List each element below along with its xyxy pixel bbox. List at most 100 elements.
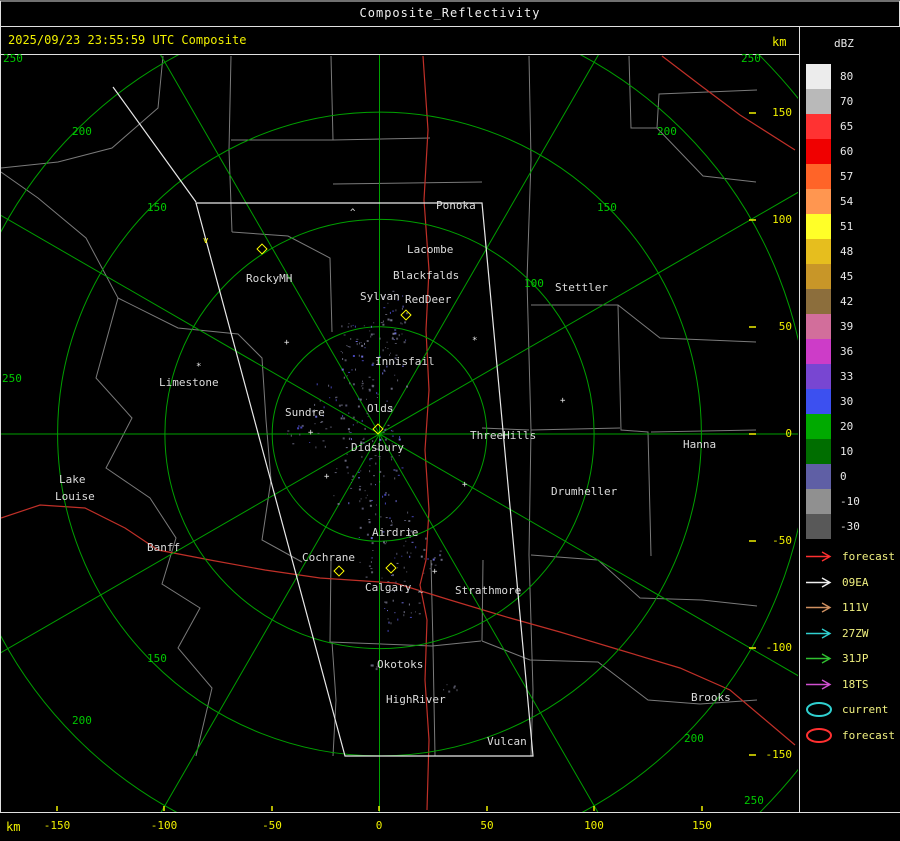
echo-pixel [359, 561, 361, 563]
storm-legend: forecast 09EA 111V 27ZW 31JP 18TS current forec… [804, 544, 895, 748]
city-label: HighRiver [386, 693, 446, 706]
echo-pixel [346, 375, 348, 377]
colorbar-block [806, 414, 831, 439]
echo-pixel [393, 469, 396, 471]
echo-pixel [395, 309, 397, 312]
echo-pixel [434, 564, 437, 566]
colorbar-value: 51 [840, 220, 854, 233]
echo-pixel [402, 305, 404, 308]
echo-pixel [376, 504, 377, 506]
echo-pixel [404, 520, 407, 521]
echo-pixel [385, 541, 387, 543]
echo-pixel [386, 341, 388, 343]
poi-mark: v [203, 236, 209, 246]
colorbar-value: -10 [840, 495, 860, 508]
echo-pixel [352, 383, 355, 386]
dbz-colorbar: 80 70 65 60 57 54 51 48 45 42 39 36 33 30 20 10 0 -10 -30 [806, 64, 860, 539]
echo-pixel [368, 521, 371, 524]
echo-pixel [299, 433, 301, 436]
echo-pixel [366, 494, 368, 496]
echo-pixel [379, 457, 381, 460]
echo-pixel [368, 565, 371, 567]
echo-pixel [352, 416, 355, 419]
poi-mark: + [308, 428, 314, 438]
echo-pixel [361, 419, 363, 422]
echo-pixel [370, 333, 373, 336]
city-label: Vulcan [487, 735, 527, 748]
echo-pixel [410, 612, 412, 614]
echo-pixel [355, 341, 358, 342]
poi-mark: + [284, 338, 290, 348]
echo-pixel [394, 332, 397, 335]
echo-pixel [384, 502, 386, 505]
colorbar-row: 33 [806, 364, 860, 389]
city-label: Hanna [683, 438, 717, 451]
echo-pixel [324, 445, 326, 448]
legend-item: forecast [804, 723, 895, 749]
echo-pixel [343, 417, 346, 420]
city-label: Sylvan [360, 290, 400, 303]
echo-pixel [351, 479, 353, 481]
echo-pixel [358, 354, 360, 357]
echo-pixel [382, 320, 384, 323]
echo-pixel [346, 466, 349, 469]
echo-pixel [405, 540, 407, 542]
echo-pixel [292, 443, 295, 445]
echo-pixel [390, 456, 393, 458]
echo-pixel [319, 399, 321, 402]
echo-pixel [287, 433, 288, 435]
title-bar: Composite_Reflectivity [0, 1, 900, 26]
echo-pixel [373, 322, 375, 324]
colorbar-row: 20 [806, 414, 860, 439]
echo-pixel [427, 558, 429, 560]
echo-pixel [348, 502, 350, 505]
echo-pixel [403, 566, 405, 569]
echo-pixel [390, 622, 392, 625]
echo-pixel [359, 500, 361, 503]
echo-pixel [321, 421, 324, 423]
y-axis-label: -150 [765, 748, 793, 761]
echo-pixel [401, 467, 404, 469]
echo-pixel [398, 334, 400, 337]
echo-pixel [371, 557, 373, 559]
colorbar-block [806, 64, 831, 89]
echo-pixel [378, 456, 381, 457]
echo-pixel [423, 558, 425, 560]
echo-pixel [392, 336, 394, 338]
echo-pixel [375, 513, 377, 516]
echo-pixel [395, 469, 398, 472]
echo-pixel [375, 484, 376, 486]
echo-pixel [372, 333, 375, 335]
x-axis-label: 100 [584, 819, 604, 832]
city-label: Limestone [159, 376, 219, 389]
echo-pixel [408, 603, 410, 606]
window-title: Composite_Reflectivity [359, 6, 541, 20]
city-label: Blackfalds [393, 269, 460, 282]
colorbar-block [806, 214, 831, 239]
echo-pixel [342, 437, 345, 440]
echo-pixel [394, 557, 396, 559]
colorbar-value: 36 [840, 345, 854, 358]
echo-pixel [338, 404, 341, 407]
echo-pixel [410, 552, 412, 554]
echo-pixel [359, 398, 362, 401]
city-label: Innisfail [375, 355, 435, 368]
ring-distance-label: 200 [72, 714, 92, 727]
echo-pixel [397, 618, 399, 621]
echo-pixel [382, 349, 384, 352]
echo-pixel [420, 555, 423, 558]
echo-pixel [400, 322, 402, 325]
echo-pixel [366, 340, 369, 342]
echo-pixel [370, 335, 372, 338]
echo-pixel [391, 575, 393, 576]
city-label: Drumheller [551, 485, 618, 498]
echo-pixel [371, 571, 374, 574]
colorbar-value: 33 [840, 370, 854, 383]
colorbar-row: 10 [806, 439, 860, 464]
ring-distance-label: 200 [684, 732, 704, 745]
echo-pixel [401, 602, 404, 604]
city-label: Ponoka [436, 199, 476, 212]
colorbar-row: 60 [806, 139, 860, 164]
echo-pixel [406, 571, 408, 573]
echo-pixel [354, 325, 356, 328]
